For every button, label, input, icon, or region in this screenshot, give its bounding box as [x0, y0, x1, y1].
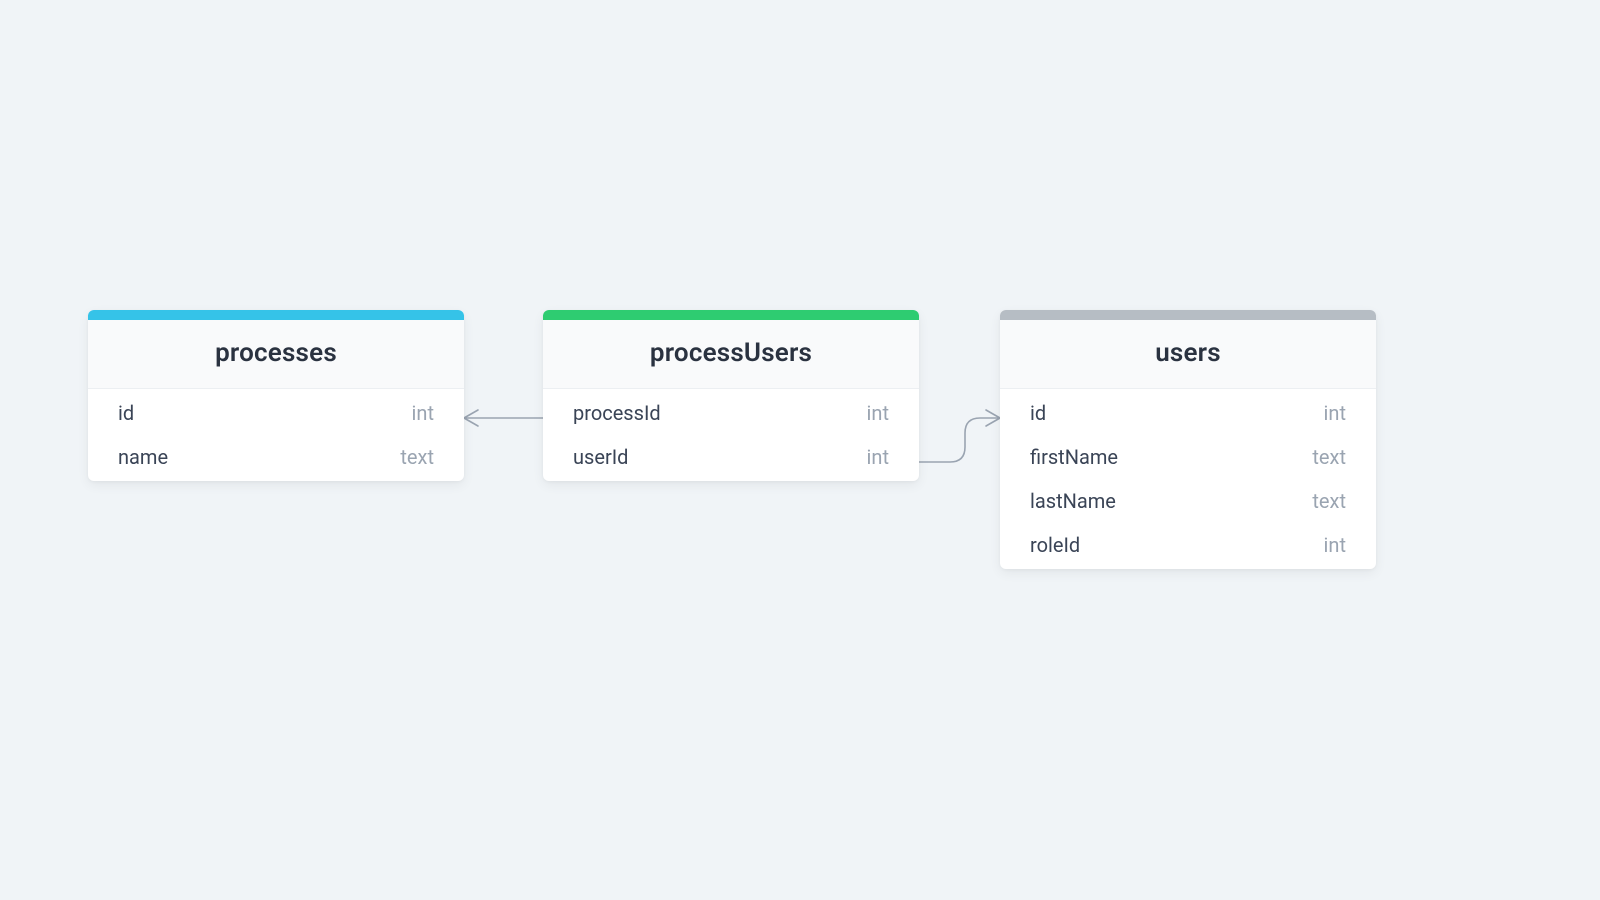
column-type: text	[1312, 445, 1346, 469]
table-title: users	[1155, 338, 1221, 368]
column-name: processId	[573, 401, 661, 425]
column-row[interactable]: roleId int	[1000, 523, 1376, 567]
column-row[interactable]: processId int	[543, 391, 919, 435]
column-type: text	[400, 445, 434, 469]
column-row[interactable]: userId int	[543, 435, 919, 479]
column-name: userId	[573, 445, 628, 469]
column-name: lastName	[1030, 489, 1116, 513]
column-row[interactable]: id int	[88, 391, 464, 435]
table-stripe	[1000, 310, 1376, 320]
table-processusers[interactable]: processUsers processId int userId int	[543, 310, 919, 481]
column-type: int	[1324, 533, 1346, 557]
column-row[interactable]: firstName text	[1000, 435, 1376, 479]
column-name: id	[1030, 401, 1046, 425]
column-name: id	[118, 401, 134, 425]
column-name: name	[118, 445, 168, 469]
table-processes[interactable]: processes id int name text	[88, 310, 464, 481]
diagram-canvas[interactable]: processes id int name text processUsers …	[0, 0, 1600, 900]
table-title: processes	[215, 338, 337, 368]
table-header: users	[1000, 320, 1376, 389]
table-body: processId int userId int	[543, 389, 919, 481]
table-users[interactable]: users id int firstName text lastName tex…	[1000, 310, 1376, 569]
column-type: text	[1312, 489, 1346, 513]
column-row[interactable]: name text	[88, 435, 464, 479]
column-type: int	[1324, 401, 1346, 425]
column-type: int	[867, 401, 889, 425]
column-row[interactable]: lastName text	[1000, 479, 1376, 523]
table-stripe	[543, 310, 919, 320]
table-stripe	[88, 310, 464, 320]
column-name: firstName	[1030, 445, 1118, 469]
table-body: id int name text	[88, 389, 464, 481]
table-title: processUsers	[650, 338, 812, 368]
table-header: processes	[88, 320, 464, 389]
column-row[interactable]: id int	[1000, 391, 1376, 435]
column-type: int	[412, 401, 434, 425]
column-name: roleId	[1030, 533, 1080, 557]
table-header: processUsers	[543, 320, 919, 389]
table-body: id int firstName text lastName text role…	[1000, 389, 1376, 569]
column-type: int	[867, 445, 889, 469]
